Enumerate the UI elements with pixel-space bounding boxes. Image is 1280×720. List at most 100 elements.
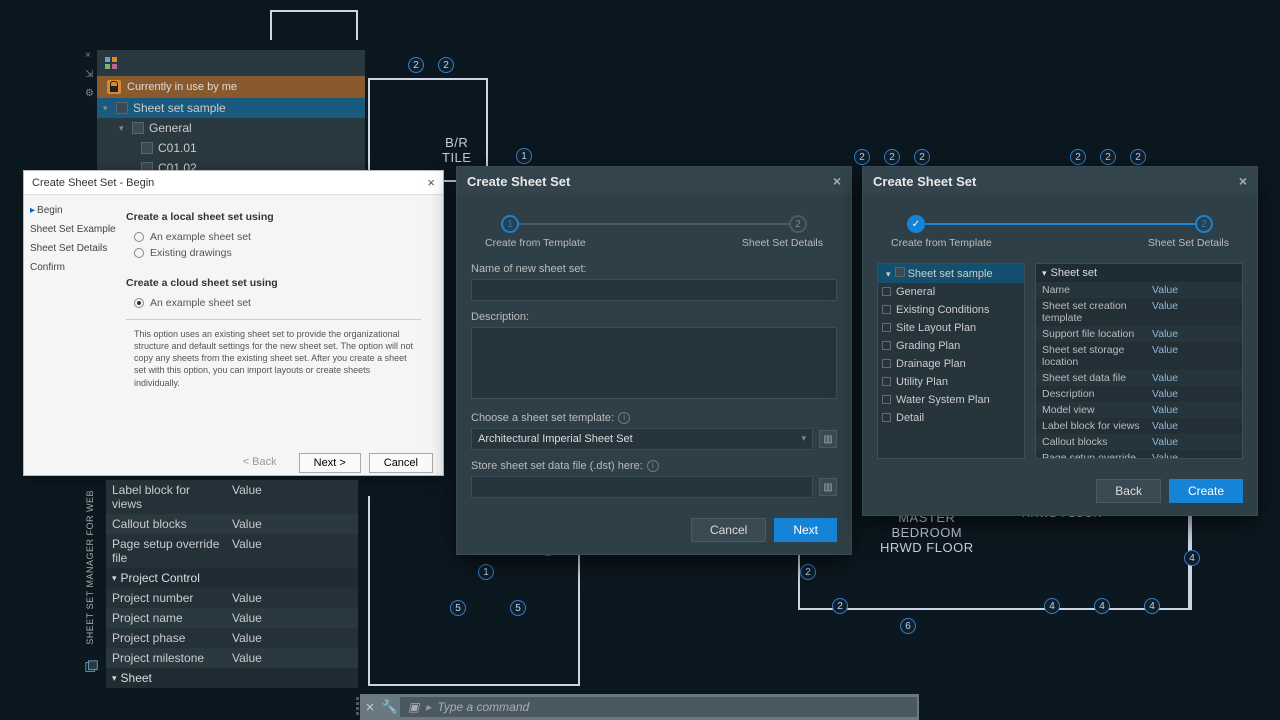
wizard-title: Create Sheet Set - Begin <box>32 177 154 189</box>
modal-title: Create Sheet Set <box>467 174 570 189</box>
store-label: Store sheet set data file (.dst) here:i <box>471 460 837 472</box>
palette-title: SHEET SET MANAGER FOR WEB <box>85 490 95 645</box>
step-1-indicator <box>907 215 925 233</box>
desc-label: Description: <box>471 311 837 323</box>
step-2-label: Sheet Set Details <box>1148 237 1229 249</box>
info-icon[interactable]: i <box>647 460 659 472</box>
tree-root[interactable]: ▾ Sheet set sample <box>878 264 1024 283</box>
chevron-down-icon: ▾ <box>103 103 111 114</box>
tree-item[interactable]: Detail <box>878 409 1024 427</box>
radio-example-sheetset[interactable]: An example sheet set <box>134 231 429 243</box>
prop-row[interactable]: Project nameValue <box>106 608 358 628</box>
tree-item[interactable]: Utility Plan <box>878 373 1024 391</box>
prop-row[interactable]: Label block for viewsValue <box>106 480 358 514</box>
sheetset-tree-panel: Currently in use by me ▾ Sheet set sampl… <box>97 50 365 178</box>
detail-row[interactable]: DescriptionValue <box>1036 386 1242 402</box>
detail-row[interactable]: Callout blocksValue <box>1036 434 1242 450</box>
tree-item[interactable]: Water System Plan <box>878 391 1024 409</box>
tree-item[interactable]: General <box>878 283 1024 301</box>
prop-row[interactable]: Project milestoneValue <box>106 648 358 668</box>
command-input[interactable]: ▣ ▸ Type a command <box>400 697 917 717</box>
step-2-indicator: 2 <box>789 215 807 233</box>
store-path-input[interactable] <box>471 476 813 498</box>
section-local-heading: Create a local sheet set using <box>126 211 429 223</box>
panel-toolbar <box>97 50 365 76</box>
subset-icon <box>132 122 144 134</box>
section-cloud-heading: Create a cloud sheet set using <box>126 277 429 289</box>
modal-title: Create Sheet Set <box>873 174 976 189</box>
pin-icon[interactable]: ⇲ <box>85 69 97 80</box>
sheet-icon <box>141 142 153 154</box>
tree-item[interactable]: Site Layout Plan <box>878 319 1024 337</box>
wizard-step-example[interactable]: Sheet Set Example <box>30 224 120 235</box>
tree-group[interactable]: ▾ General <box>97 118 365 138</box>
sheetset-properties: Label block for viewsValueCallout blocks… <box>106 480 358 688</box>
create-button[interactable]: Create <box>1169 479 1243 503</box>
tree-item[interactable]: Existing Conditions <box>878 301 1024 319</box>
step-2-label: Sheet Set Details <box>742 237 823 249</box>
back-button[interactable]: Back <box>1096 479 1161 503</box>
wizard-description: This option uses an existing sheet set t… <box>126 328 429 389</box>
close-icon[interactable]: × <box>360 699 380 716</box>
sheetset-icon[interactable] <box>85 660 99 674</box>
stepper: 1 2 <box>501 215 807 233</box>
close-icon[interactable]: × <box>833 173 841 189</box>
prop-row[interactable]: Project phaseValue <box>106 628 358 648</box>
wizard-step-details[interactable]: Sheet Set Details <box>30 243 120 254</box>
next-button[interactable]: Next <box>774 518 837 542</box>
detail-row[interactable]: Model viewValue <box>1036 402 1242 418</box>
close-icon[interactable]: × <box>427 175 435 190</box>
detail-row[interactable]: Page setup override fileValue <box>1036 450 1242 459</box>
detail-row[interactable]: Label block for viewsValue <box>1036 418 1242 434</box>
tree-group-label: General <box>149 121 192 135</box>
tree-root[interactable]: ▾ Sheet set sample <box>97 98 365 118</box>
template-select[interactable]: Architectural Imperial Sheet Set▾ <box>471 428 813 450</box>
name-label: Name of new sheet set: <box>471 263 837 275</box>
lock-icon <box>107 80 121 94</box>
detail-header[interactable]: ▾Sheet set <box>1036 264 1242 282</box>
detail-row[interactable]: Sheet set creation templateValue <box>1036 298 1242 326</box>
template-tree[interactable]: ▾ Sheet set sample GeneralExisting Condi… <box>877 263 1025 459</box>
detail-row[interactable]: NameValue <box>1036 282 1242 298</box>
prop-row[interactable]: Project numberValue <box>106 588 358 608</box>
step-2-indicator: 2 <box>1195 215 1213 233</box>
sheetset-icon <box>116 102 128 114</box>
detail-row[interactable]: Sheet set data fileValue <box>1036 370 1242 386</box>
palette-controls: × ⇲ ⚙ <box>85 50 97 107</box>
sheetset-name-input[interactable] <box>471 279 837 301</box>
radio-existing-drawings[interactable]: Existing drawings <box>134 247 429 259</box>
wrench-icon[interactable]: 🔧 <box>380 699 400 715</box>
cancel-button[interactable]: Cancel <box>691 518 766 542</box>
sheetset-detail-table: ▾Sheet set NameValueSheet set creation t… <box>1035 263 1243 459</box>
command-placeholder: Type a command <box>437 700 529 714</box>
tree-sheet[interactable]: C01.01 <box>97 138 365 158</box>
browse-path-button[interactable]: ▥ <box>819 478 837 496</box>
gear-icon[interactable]: ⚙ <box>85 88 97 99</box>
browse-template-button[interactable]: ▥ <box>819 430 837 448</box>
tree-item[interactable]: Drainage Plan <box>878 355 1024 373</box>
sheetset-palette-icon <box>103 55 119 71</box>
sheetset-desc-input[interactable] <box>471 327 837 399</box>
command-bar: × 🔧 ▣ ▸ Type a command <box>360 694 919 720</box>
back-button: < Back <box>229 453 291 473</box>
next-button[interactable]: Next > <box>299 453 361 473</box>
section-project-control[interactable]: ▾Project Control <box>106 568 358 588</box>
wizard-step-confirm[interactable]: Confirm <box>30 262 120 273</box>
template-label: Choose a sheet set template:i <box>471 412 837 424</box>
close-icon[interactable]: × <box>85 50 97 61</box>
chevron-down-icon: ▾ <box>119 123 127 134</box>
detail-row[interactable]: Sheet set storage locationValue <box>1036 342 1242 370</box>
radio-cloud-example[interactable]: An example sheet set <box>134 297 429 309</box>
lock-banner: Currently in use by me <box>97 76 365 98</box>
tree-sheet-label: C01.01 <box>158 141 197 155</box>
step-1-label: Create from Template <box>891 237 992 249</box>
wizard-step-begin[interactable]: Begin <box>30 205 120 216</box>
info-icon[interactable]: i <box>618 412 630 424</box>
cancel-button[interactable]: Cancel <box>369 453 433 473</box>
close-icon[interactable]: × <box>1239 173 1247 189</box>
prop-row[interactable]: Page setup override fileValue <box>106 534 358 568</box>
tree-item[interactable]: Grading Plan <box>878 337 1024 355</box>
detail-row[interactable]: Support file locationValue <box>1036 326 1242 342</box>
prop-row[interactable]: Callout blocksValue <box>106 514 358 534</box>
section-sheet[interactable]: ▾Sheet <box>106 668 358 688</box>
